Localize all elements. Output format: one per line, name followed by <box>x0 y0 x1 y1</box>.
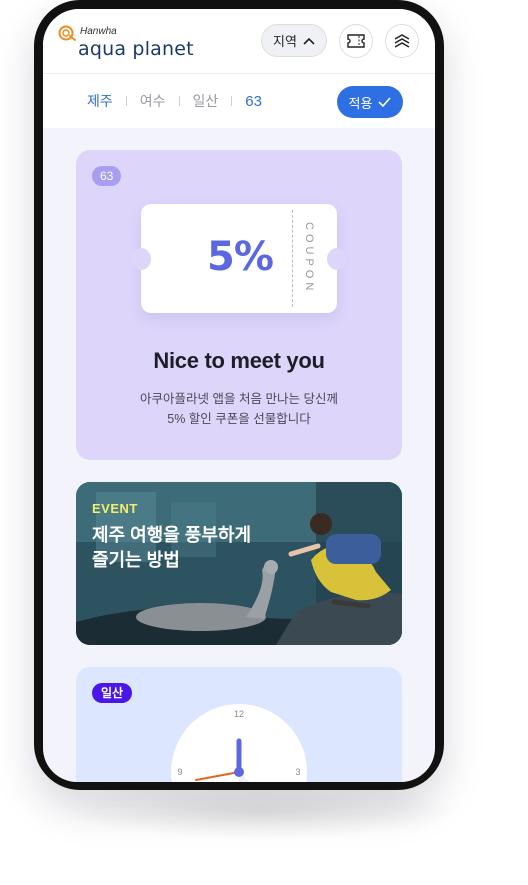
app-screen: Hanwha aqua planet 지역 제주 여수 일산 63 적용 63 … <box>43 9 435 782</box>
menu-button[interactable] <box>385 24 419 58</box>
brand-name: aqua planet <box>78 38 194 60</box>
tab-divider <box>231 96 233 106</box>
brand-logo[interactable]: Hanwha aqua planet <box>58 24 198 60</box>
coupon-title: Nice to meet you <box>153 348 325 373</box>
event-title-line1: 제주 여행을 풍부하게 <box>92 525 252 545</box>
coupon-desc-line2: 5% 할인 쿠폰을 선물합니다 <box>167 412 311 426</box>
clock-card[interactable]: 일산 12 9 3 <box>76 667 402 782</box>
clock-icon: 12 9 3 <box>171 704 307 782</box>
coupon-ticket: 5% COUPON <box>131 204 347 313</box>
tab-63[interactable]: 63 <box>245 93 262 110</box>
event-title-line2: 즐기는 방법 <box>92 550 180 570</box>
tab-divider <box>178 96 180 106</box>
event-card[interactable]: EVENT 제주 여행을 풍부하게 즐기는 방법 <box>76 482 402 645</box>
check-icon <box>378 97 392 107</box>
clock-number-3: 3 <box>295 767 300 777</box>
ticket-notch-right <box>327 248 347 270</box>
chevron-up-icon <box>303 37 315 45</box>
coupon-vertical-text: COUPON <box>303 222 315 295</box>
apply-button[interactable]: 적용 <box>337 86 403 118</box>
tab-jeju[interactable]: 제주 <box>87 91 113 111</box>
clock-number-12: 12 <box>234 709 244 719</box>
ticket-divider <box>292 210 293 307</box>
tab-divider <box>125 96 127 106</box>
region-filter-bar: 제주 여수 일산 63 적용 <box>43 73 435 128</box>
coupon-desc-line1: 아쿠아플라넷 앱을 처음 만나는 당신께 <box>140 392 338 406</box>
ticket-button[interactable] <box>339 24 373 58</box>
discount-value: 5% <box>207 234 274 280</box>
brand-small-text: Hanwha <box>80 26 117 37</box>
ticket-notch-left <box>131 248 151 270</box>
region-tabs: 제주 여수 일산 63 <box>87 91 262 111</box>
event-title: 제주 여행을 풍부하게 즐기는 방법 <box>92 523 292 573</box>
logo-icon <box>58 25 76 41</box>
ticket-icon <box>347 34 365 48</box>
region-label: 지역 <box>273 34 297 49</box>
apply-label: 적용 <box>348 95 373 111</box>
tab-ilsan[interactable]: 일산 <box>193 91 219 111</box>
coupon-description: 아쿠아플라넷 앱을 처음 만나는 당신께 5% 할인 쿠폰을 선물합니다 <box>76 389 402 429</box>
coupon-card[interactable]: 63 5% COUPON Nice to meet you 아쿠아플라넷 앱을 … <box>76 150 402 460</box>
menu-wave-icon <box>394 34 410 48</box>
tab-yeosu[interactable]: 여수 <box>140 91 166 111</box>
clock-number-9: 9 <box>177 767 182 777</box>
location-badge: 63 <box>92 166 122 186</box>
app-header: Hanwha aqua planet 지역 <box>43 9 435 73</box>
event-label: EVENT <box>92 501 138 516</box>
region-select-button[interactable]: 지역 <box>261 24 327 57</box>
